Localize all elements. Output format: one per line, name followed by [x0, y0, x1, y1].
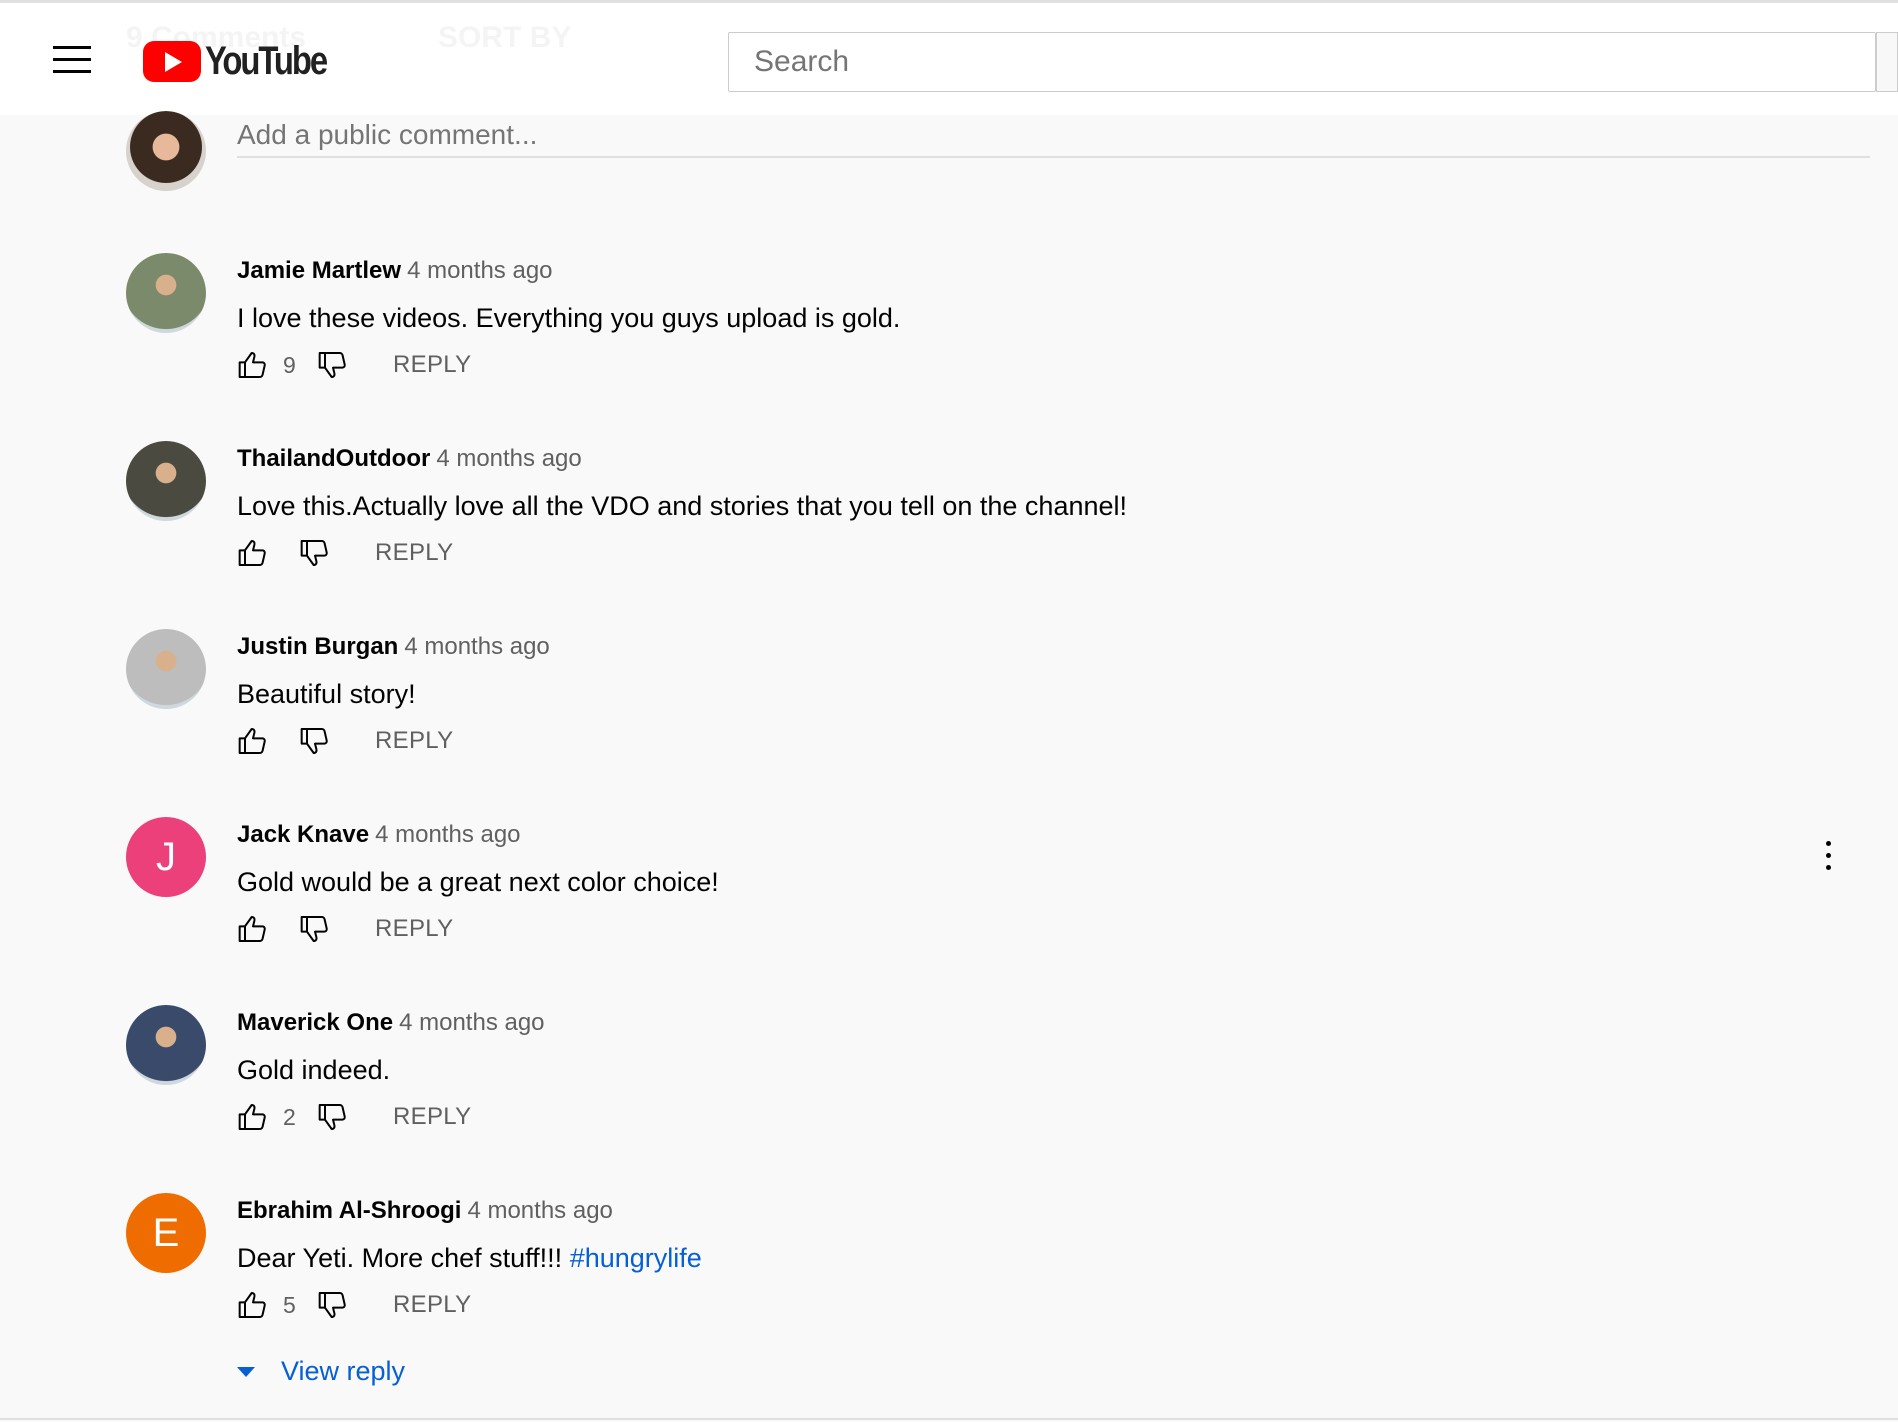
- comment-actions: 5 REPLY: [237, 1285, 471, 1325]
- menu-icon[interactable]: [53, 46, 91, 74]
- comment-body: Love this.Actually love all the VDO and …: [237, 491, 1128, 521]
- comment-thread: Jamie Martlew 4 months ago I love these vi…: [0, 253, 1898, 441]
- more-actions-icon[interactable]: [1820, 841, 1836, 877]
- comment-body: Gold indeed.: [237, 1055, 391, 1085]
- like-icon[interactable]: [237, 537, 269, 569]
- like-count: 2: [283, 1103, 296, 1130]
- bottom-border: [0, 1418, 1898, 1420]
- comment-actions: REPLY: [237, 533, 453, 573]
- reply-button[interactable]: REPLY: [375, 539, 453, 567]
- dislike-icon[interactable]: [299, 913, 331, 945]
- comment-actions: REPLY: [237, 909, 453, 949]
- author-name[interactable]: Ebrahim Al-Shroogi: [237, 1197, 461, 1224]
- comment-text: Beautiful story!: [237, 679, 416, 710]
- reply-button[interactable]: REPLY: [393, 1103, 471, 1131]
- comment-thread: J Jack Knave 4 months ago Gold would be a g…: [0, 817, 1898, 1005]
- comment-thread: Maverick One 4 months ago Gold indeed. 2 REP…: [0, 1005, 1898, 1193]
- comment-timestamp[interactable]: 4 months ago: [436, 445, 581, 472]
- add-comment-input[interactable]: [237, 114, 1870, 158]
- reply-button[interactable]: REPLY: [393, 1291, 471, 1319]
- dislike-icon[interactable]: [299, 537, 331, 569]
- author-name[interactable]: ThailandOutdoor: [237, 445, 430, 472]
- comment-timestamp[interactable]: 4 months ago: [375, 821, 520, 848]
- comment-timestamp[interactable]: 4 months ago: [467, 1197, 612, 1224]
- comment-thread: ThailandOutdoor 4 months ago Love this.Act…: [0, 441, 1898, 629]
- like-icon[interactable]: [237, 1289, 269, 1321]
- caret-down-icon: [237, 1366, 255, 1377]
- like-count: 9: [283, 351, 296, 378]
- user-avatar: [126, 111, 206, 191]
- comment-actions: 9 REPLY: [237, 345, 471, 385]
- like-icon[interactable]: [237, 725, 269, 757]
- comment-timestamp[interactable]: 4 months ago: [404, 633, 549, 660]
- author-avatar[interactable]: E: [126, 1193, 206, 1273]
- sort-by-behind: SORT BY: [438, 21, 571, 55]
- comment-body: Dear Yeti. More chef stuff!!!: [237, 1243, 570, 1273]
- author-name[interactable]: Justin Burgan: [237, 633, 398, 660]
- author-name[interactable]: Jamie Martlew: [237, 257, 401, 284]
- comment-text: Gold would be a great next color choice!: [237, 867, 719, 898]
- comment-text: Gold indeed.: [237, 1055, 390, 1086]
- youtube-logo[interactable]: YouTube: [143, 39, 353, 84]
- masthead: 9 Comments SORT BY YouTube: [0, 3, 1898, 115]
- like-icon[interactable]: [237, 1101, 269, 1133]
- comment-thread: Justin Burgan 4 months ago Beautiful story…: [0, 629, 1898, 817]
- comment-body: I love these videos. Everything you guys…: [237, 303, 901, 333]
- dislike-icon[interactable]: [317, 1101, 349, 1133]
- comment-text: Love this.Actually love all the VDO and …: [237, 491, 1127, 522]
- hashtag-link[interactable]: #hungrylife: [570, 1243, 702, 1273]
- dislike-icon[interactable]: [317, 349, 349, 381]
- comment-actions: 2 REPLY: [237, 1097, 471, 1137]
- search-button[interactable]: [1876, 32, 1898, 92]
- play-icon: [143, 41, 201, 82]
- author-avatar[interactable]: [126, 253, 206, 333]
- comment-body: Beautiful story!: [237, 679, 416, 709]
- comment-timestamp[interactable]: 4 months ago: [399, 1009, 544, 1036]
- author-name[interactable]: Jack Knave: [237, 821, 369, 848]
- comment-body: Gold would be a great next color choice!: [237, 867, 719, 897]
- reply-button[interactable]: REPLY: [393, 351, 471, 379]
- author-avatar[interactable]: [126, 1005, 206, 1085]
- author-name[interactable]: Maverick One: [237, 1009, 393, 1036]
- logo-text: YouTube: [205, 39, 328, 83]
- search-input[interactable]: [728, 32, 1876, 92]
- comment-text: Dear Yeti. More chef stuff!!! #hungrylif…: [237, 1243, 702, 1274]
- author-avatar[interactable]: J: [126, 817, 206, 897]
- reply-button[interactable]: REPLY: [375, 727, 453, 755]
- comment-text: I love these videos. Everything you guys…: [237, 303, 900, 334]
- like-count: 5: [283, 1291, 296, 1318]
- author-avatar[interactable]: [126, 441, 206, 521]
- like-icon[interactable]: [237, 349, 269, 381]
- comment-thread: E Ebrahim Al-Shroogi 4 months ago Dear Yeti…: [0, 1193, 1898, 1381]
- view-reply-label: View reply: [281, 1356, 406, 1386]
- view-reply-button[interactable]: View reply: [237, 1356, 405, 1387]
- comment-timestamp[interactable]: 4 months ago: [407, 257, 552, 284]
- reply-button[interactable]: REPLY: [375, 915, 453, 943]
- dislike-icon[interactable]: [317, 1289, 349, 1321]
- dislike-icon[interactable]: [299, 725, 331, 757]
- comment-actions: REPLY: [237, 721, 453, 761]
- author-avatar[interactable]: [126, 629, 206, 709]
- like-icon[interactable]: [237, 913, 269, 945]
